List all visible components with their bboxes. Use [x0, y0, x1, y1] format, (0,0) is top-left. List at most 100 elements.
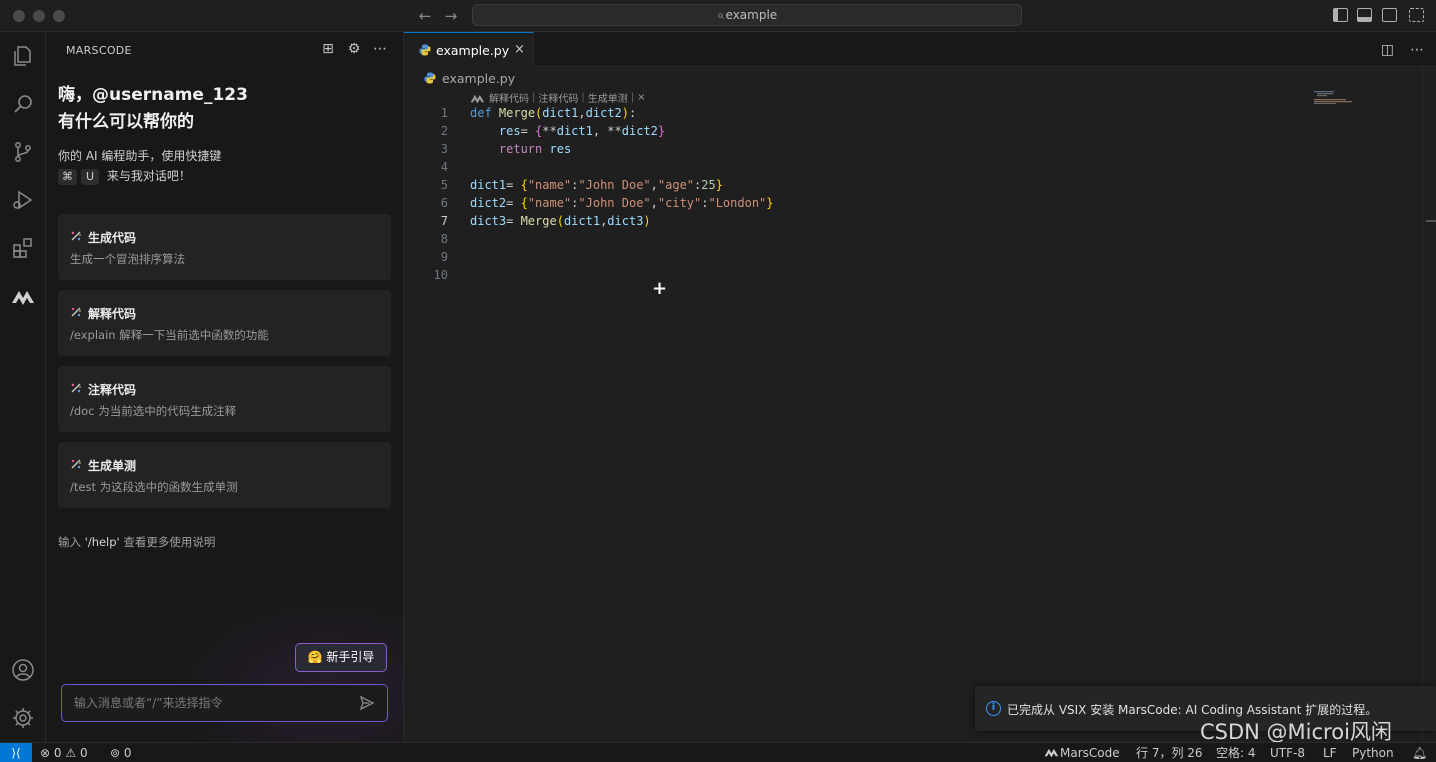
shortcut-key-cmd: ⌘ [58, 169, 77, 185]
greeting: 嗨，@username_123 有什么可以帮你的 [58, 82, 248, 136]
toggle-secondary-sidebar-icon[interactable] [1382, 8, 1397, 22]
card-generate-code[interactable]: 生成代码 生成一个冒泡排序算法 [58, 214, 391, 280]
encoding[interactable]: UTF-8 [1270, 745, 1305, 761]
line-number: 3 [440, 142, 448, 156]
close-icon[interactable]: × [514, 42, 525, 57]
codelens-close-icon[interactable]: × [637, 92, 645, 103]
line-number-active: 7 [440, 214, 448, 228]
editor-tab-bar: example.py × ◫ ⋯ [404, 32, 1436, 67]
explorer-icon[interactable] [7, 40, 39, 72]
marscode-label: MarsCode [1060, 746, 1120, 760]
line-number: 6 [440, 196, 448, 210]
more-actions-icon[interactable]: ⋯ [1410, 42, 1424, 58]
codelens-comment[interactable]: 注释代码 [538, 90, 578, 105]
line-number: 4 [440, 160, 448, 174]
codelens-explain[interactable]: 解释代码 [489, 90, 529, 105]
code-content[interactable]: def Merge(dict1,dict2): res= {**dict1, *… [470, 104, 774, 284]
warning-count: 0 [79, 746, 88, 760]
greeting-line2: 有什么可以帮你的 [58, 112, 194, 132]
card-title: 解释代码 [88, 307, 137, 321]
back-arrow-icon[interactable]: ← [415, 6, 435, 26]
card-generate-tests[interactable]: 生成单测 /test 为这段选中的函数生成单测 [58, 442, 391, 508]
customize-layout-icon[interactable] [1409, 8, 1424, 22]
minimap[interactable] [1314, 90, 1354, 104]
card-title: 注释代码 [88, 383, 137, 397]
send-icon[interactable] [359, 695, 375, 711]
line-number: 2 [440, 124, 448, 138]
tab-example-py[interactable]: example.py × [404, 32, 534, 67]
maximize-window-button[interactable] [53, 10, 65, 22]
minimize-window-button[interactable] [33, 10, 45, 22]
marscode-icon [470, 94, 485, 103]
editor-scrollbar[interactable] [1422, 68, 1436, 742]
sparkle-icon [71, 383, 81, 393]
card-title: 生成单测 [88, 459, 137, 473]
ports-count: 0 [123, 746, 132, 760]
help-hint: 输入 '/help' 查看更多使用说明 [58, 534, 215, 550]
account-icon[interactable] [7, 654, 39, 686]
code-line: res= {**dict1, **dict2} [498, 124, 666, 138]
end-of-line[interactable]: LF [1323, 745, 1337, 761]
python-file-icon [424, 72, 436, 84]
broadcast-icon: ⊚ [110, 746, 121, 760]
source-control-icon[interactable] [7, 136, 39, 168]
error-icon: ⊗ [40, 746, 51, 760]
marscode-icon[interactable] [7, 280, 39, 312]
run-debug-icon[interactable] [7, 184, 39, 216]
forward-arrow-icon[interactable]: → [441, 6, 461, 26]
line-number: 5 [440, 178, 448, 192]
marscode-sidebar: MARSCODE ⊞ ⚙ ⋯ 嗨，@username_123 有什么可以帮你的 … [46, 32, 404, 742]
settings-sliders-icon[interactable]: ⚙ [347, 41, 361, 57]
help-suffix: 查看更多使用说明 [123, 535, 216, 549]
new-chat-icon[interactable]: ⊞ [321, 41, 335, 57]
sparkle-icon [71, 459, 81, 469]
line-number: 9 [440, 250, 448, 264]
notifications-bell-icon[interactable]: 🔔︎ [1412, 745, 1427, 761]
chat-input[interactable] [74, 694, 344, 712]
code-line: dict3= Merge(dict1,dict3) [470, 214, 651, 228]
card-desc: /test 为这段选中的函数生成单测 [70, 480, 238, 494]
problems-indicator[interactable]: ⊗ 0 ⚠ 0 [40, 745, 88, 761]
card-comment-code[interactable]: 注释代码 /doc 为当前选中的代码生成注释 [58, 366, 391, 432]
code-line: dict2= {"name":"John Doe","city":"London… [470, 196, 774, 210]
language-mode[interactable]: Python [1352, 745, 1394, 761]
ports-indicator[interactable]: ⊚ 0 [110, 745, 132, 761]
command-center-label: example [725, 8, 778, 22]
codelens-test[interactable]: 生成单测 [588, 90, 628, 105]
crosshair-cursor-icon: + [652, 278, 668, 299]
beginner-guide-button[interactable]: 🤗 新手引导 [295, 643, 387, 672]
cursor-position[interactable]: 行 7，列 26 [1136, 745, 1203, 761]
line-number: 10 [433, 268, 448, 282]
marscode-status[interactable]: MarsCode [1044, 745, 1120, 761]
extensions-icon[interactable] [7, 232, 39, 264]
editor-area: example.py × ◫ ⋯ example.py 解释代码 | 注释代码 … [404, 32, 1436, 742]
info-icon: i [986, 701, 1001, 716]
search-icon[interactable] [7, 88, 39, 120]
status-bar: ⟩⟨ ⊗ 0 ⚠ 0 ⊚ 0 MarsCode 行 7，列 26 空格: 4 U… [0, 742, 1436, 762]
intro-line2: 来与我对话吧！ [106, 169, 191, 183]
sparkle-icon [71, 231, 81, 241]
close-window-button[interactable] [13, 10, 25, 22]
editor-actions: ◫ ⋯ [1381, 42, 1424, 58]
breadcrumb[interactable]: example.py [424, 71, 515, 86]
intro-line1: 你的 AI 编程助手，使用快捷键 [58, 149, 222, 163]
help-command: '/help' [84, 535, 120, 549]
settings-gear-icon[interactable] [7, 702, 39, 734]
remote-indicator-icon[interactable]: ⟩⟨ [0, 743, 32, 762]
command-center-search[interactable]: ⌕ example [472, 4, 1022, 26]
more-icon[interactable]: ⋯ [373, 41, 387, 57]
tab-label: example.py [436, 43, 510, 58]
toggle-panel-icon[interactable] [1357, 8, 1372, 22]
codelens-actions: 解释代码 | 注释代码 | 生成单测 | × [470, 90, 646, 105]
indentation[interactable]: 空格: 4 [1216, 745, 1256, 761]
line-number: 8 [440, 232, 448, 246]
sidebar-actions: ⊞ ⚙ ⋯ [321, 41, 387, 57]
toggle-primary-sidebar-icon[interactable] [1333, 8, 1348, 22]
split-editor-icon[interactable]: ◫ [1381, 42, 1394, 58]
code-line: dict1= {"name":"John Doe","age":25} [470, 178, 723, 192]
chat-input-box [61, 684, 388, 722]
card-explain-code[interactable]: 解释代码 /explain 解释一下当前选中函数的功能 [58, 290, 391, 356]
marscode-icon [1044, 748, 1059, 758]
help-prefix: 输入 [58, 535, 81, 549]
